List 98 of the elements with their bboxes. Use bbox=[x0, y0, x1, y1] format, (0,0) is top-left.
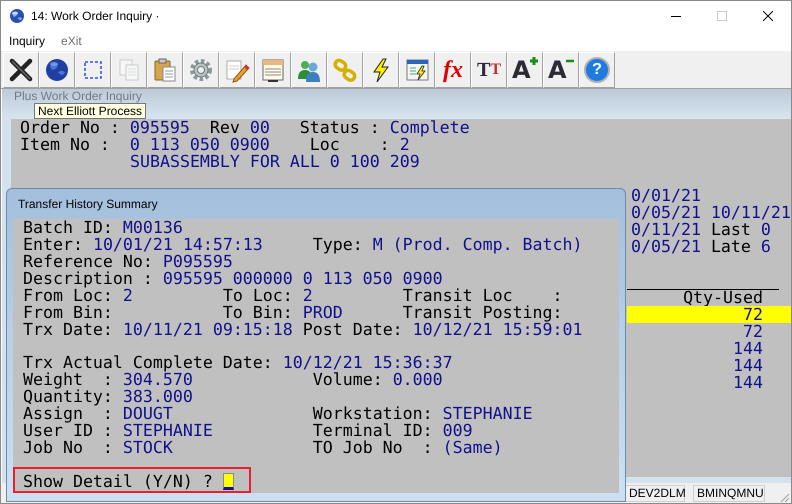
table-row[interactable]: 72 bbox=[627, 306, 791, 323]
prompt-label: Show Detail (Y/N) ? bbox=[23, 473, 213, 490]
field-value: 0/05/21 bbox=[631, 238, 701, 255]
field-label: Trx Date: bbox=[23, 321, 113, 338]
field-label: User ID : bbox=[23, 422, 113, 440]
help-icon: ? bbox=[584, 56, 610, 82]
field-value: 304.570 bbox=[122, 371, 193, 388]
toolbar-button[interactable] bbox=[363, 52, 399, 88]
toolbar-button[interactable] bbox=[399, 52, 435, 88]
field-value: 2 bbox=[302, 287, 313, 304]
fx-icon: fx bbox=[443, 56, 463, 82]
field-value: M00136 bbox=[122, 219, 183, 236]
field-label: Last bbox=[710, 221, 751, 238]
field-value: 009 bbox=[442, 422, 473, 440]
field-label: To Loc: bbox=[222, 287, 293, 304]
field-value: 0/05/21 10/11/21 bbox=[631, 204, 791, 221]
field-value: PROD bbox=[302, 304, 343, 321]
table-row[interactable]: 144 bbox=[627, 374, 791, 391]
field-value: 00 bbox=[250, 119, 270, 136]
resize-grip-icon bbox=[778, 491, 790, 503]
field-value: 2 bbox=[122, 287, 133, 304]
field-value: 0 113 050 0900 bbox=[130, 136, 270, 153]
field-label: Workstation: bbox=[312, 405, 433, 422]
field-value: 383.000 bbox=[122, 388, 193, 406]
field-label: Volume: bbox=[312, 371, 383, 388]
globe-icon bbox=[44, 56, 70, 82]
tooltip: Next Elliott Process bbox=[34, 103, 146, 119]
field-label: Trx Actual Complete Date: bbox=[23, 354, 273, 372]
field-label: From Bin: To Bin: bbox=[23, 304, 293, 321]
field-value: STEPHANIE bbox=[122, 422, 213, 440]
toolbar-button[interactable]: fx bbox=[435, 52, 471, 88]
field-value: 095595 bbox=[130, 119, 190, 136]
field-label: Loc : bbox=[310, 136, 390, 153]
field-label: Quantity: bbox=[23, 388, 113, 406]
notepad-icon bbox=[260, 56, 286, 82]
field-label: Order No : bbox=[20, 119, 120, 136]
chain-icon bbox=[332, 56, 358, 82]
field-value: Complete bbox=[390, 119, 470, 136]
field-label: Post Date: bbox=[302, 321, 403, 338]
field-label: Enter: bbox=[23, 236, 83, 253]
field-value: 10/12/21 15:36:37 bbox=[282, 354, 453, 372]
field-value: STOCK bbox=[122, 439, 173, 456]
field-label: Batch ID: bbox=[23, 219, 113, 236]
field-value: 095595 000000 0 113 050 0900 bbox=[162, 270, 443, 287]
close-icon bbox=[763, 11, 773, 21]
dialog-title: Transfer History Summary bbox=[18, 196, 158, 213]
toolbar-button[interactable] bbox=[3, 52, 39, 88]
window-title: 14: Work Order Inquiry · bbox=[31, 8, 160, 25]
field-value: 2 bbox=[400, 136, 410, 153]
field-label: Transit Posting: bbox=[402, 304, 563, 321]
table-row[interactable]: 144 bbox=[627, 357, 791, 374]
window-lightning-icon bbox=[404, 56, 430, 82]
field-value: STEPHANIE bbox=[442, 405, 533, 422]
field-label: Late bbox=[710, 238, 751, 255]
gear-icon bbox=[188, 56, 214, 82]
maximize-icon bbox=[717, 11, 727, 21]
globe-icon bbox=[9, 8, 25, 24]
column-header: Qty-Used bbox=[683, 289, 763, 306]
toolbar-button[interactable]: TT bbox=[471, 52, 507, 88]
field-label: Terminal ID: bbox=[312, 422, 433, 440]
field-value: 0/01/21 bbox=[631, 187, 701, 204]
field-value: 6 bbox=[760, 238, 771, 255]
answer-field[interactable] bbox=[222, 473, 234, 490]
toolbar-button[interactable]: ? bbox=[579, 52, 615, 88]
field-label: Description : bbox=[23, 270, 153, 287]
window-title: Plus Work Order Inquiry bbox=[14, 90, 142, 103]
menu-item[interactable]: Inquiry bbox=[9, 32, 46, 50]
field-label: Reference No: bbox=[23, 253, 153, 270]
field-label: Assign : bbox=[23, 405, 113, 422]
field-value: (Same) bbox=[442, 439, 503, 456]
field-value: 10/01/21 14:57:13 bbox=[92, 236, 263, 253]
field-label: Rev bbox=[210, 119, 240, 136]
field-label: Weight : bbox=[23, 371, 113, 388]
status-pane: DEV2DLM bbox=[625, 484, 685, 502]
field-label: Item No : bbox=[20, 136, 110, 153]
field-label: TO Job No : bbox=[312, 439, 433, 456]
status-pane: BMINQMNU bbox=[693, 484, 765, 502]
field-label: Job No : bbox=[23, 439, 113, 456]
toolbar-button[interactable] bbox=[39, 52, 75, 88]
field-value: 0.000 bbox=[392, 371, 443, 388]
field-value: M (Prod. Comp. Batch) bbox=[372, 236, 582, 253]
field-value: 10/12/21 15:59:01 bbox=[412, 321, 583, 338]
field-label: From Loc: bbox=[23, 287, 113, 304]
field-label: Status : bbox=[300, 119, 380, 136]
field-label: Transit Loc : bbox=[402, 287, 563, 304]
toolbar-button[interactable] bbox=[75, 52, 111, 88]
clipboard-icon bbox=[152, 56, 178, 82]
field-value: 0/11/21 bbox=[631, 221, 701, 238]
field-value: 0 bbox=[760, 221, 771, 238]
table-row[interactable]: 144 bbox=[627, 340, 791, 357]
field-value: DOUGT bbox=[122, 405, 173, 422]
close-icon bbox=[8, 56, 34, 82]
field-value: P095595 bbox=[162, 253, 233, 270]
table-row[interactable]: 72 bbox=[627, 323, 791, 340]
field-value: SUBASSEMBLY FOR ALL 0 100 209 bbox=[130, 153, 420, 170]
field-label: Type: bbox=[312, 236, 363, 253]
text-size-icon: TT bbox=[476, 56, 501, 82]
field-value: 10/11/21 09:15:18 bbox=[122, 321, 293, 338]
